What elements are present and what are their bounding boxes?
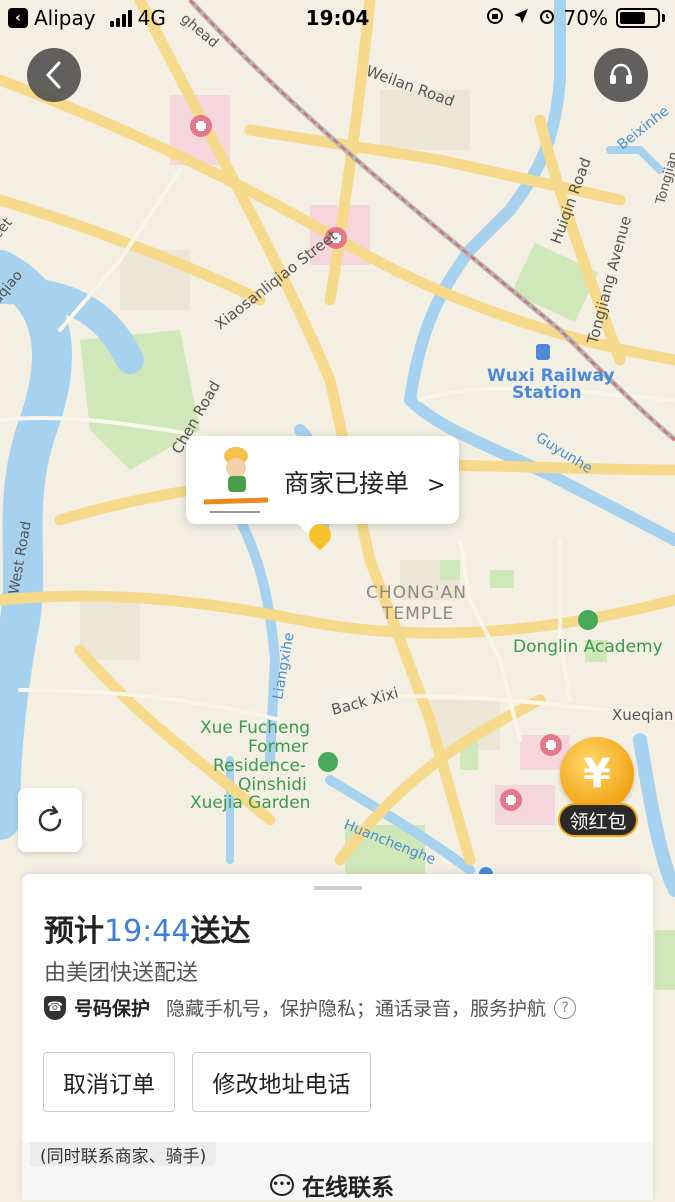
eta-time: 19:44: [104, 914, 191, 949]
order-status-sheet: 预计19:44送达 由美团快送配送 ☎ 号码保护 隐藏手机号，保护隐私；通话录音…: [22, 874, 653, 1202]
order-accepted-label: 商家已接单: [284, 469, 410, 498]
alarm-icon: [538, 6, 556, 30]
map-label: Xue Fucheng: [200, 718, 310, 738]
yuan-coin-icon: ¥: [560, 737, 634, 811]
chevron-left-icon: [45, 61, 61, 89]
online-contact-label: 在线联系: [302, 1175, 394, 1201]
privacy-title: 号码保护: [74, 998, 151, 1020]
battery-cap: [662, 14, 665, 22]
online-contact-button[interactable]: ••• 在线联系: [270, 1168, 394, 1202]
help-icon[interactable]: ?: [554, 996, 577, 1019]
contact-note: (同时联系商家、骑手): [30, 1142, 217, 1167]
number-protection-row: ☎ 号码保护 隐藏手机号，保护隐私；通话录音，服务护航 ?: [44, 994, 577, 1021]
eta-heading: 预计19:44送达: [44, 906, 250, 950]
store-status-popup[interactable]: 商家已接单 >: [186, 436, 459, 534]
map-label: Residence-: [213, 756, 306, 776]
courier-info: 由美团快送配送: [44, 961, 199, 986]
map-label: Donglin Academy: [513, 637, 663, 657]
battery-icon: [616, 8, 660, 28]
map-label: Xuejia Garden: [190, 793, 310, 813]
store-logo: [200, 442, 276, 518]
battery-percent: 70%: [563, 6, 608, 30]
headset-icon: [610, 63, 632, 84]
map-label: CHONG'AN: [366, 583, 467, 603]
cancel-order-button[interactable]: 取消订单: [43, 1052, 175, 1112]
map-label: Qinshidi: [238, 775, 307, 795]
status-bar: ‹ Alipay 4G 19:04 70%: [0, 0, 675, 40]
edit-address-phone-button[interactable]: 修改地址电话: [192, 1052, 371, 1112]
customer-service-button[interactable]: [594, 48, 648, 102]
chevron-right-icon: >: [426, 473, 446, 498]
red-packet-button[interactable]: ¥ 领红包: [556, 737, 640, 847]
map-label: Xueqian: [612, 706, 673, 724]
map-label: Former: [248, 737, 308, 757]
rotation-lock-icon: [486, 6, 504, 30]
chat-bubble-icon: •••: [270, 1174, 294, 1196]
refresh-button[interactable]: [18, 788, 82, 852]
location-icon: [512, 6, 530, 30]
privacy-description: 隐藏手机号，保护隐私；通话录音，服务护航: [166, 998, 547, 1020]
map-label: Station: [512, 383, 582, 403]
red-packet-label: 领红包: [558, 803, 638, 837]
eta-suffix: 送达: [190, 914, 251, 949]
phone-shield-icon: ☎: [44, 995, 66, 1020]
store-status-text[interactable]: 商家已接单 >: [284, 464, 445, 500]
map-label: TEMPLE: [381, 604, 454, 624]
eta-prefix: 预计: [44, 914, 104, 949]
refresh-icon: [38, 805, 62, 832]
drag-handle[interactable]: [314, 886, 362, 890]
status-right: 70%: [486, 6, 665, 30]
back-button[interactable]: [27, 48, 81, 102]
